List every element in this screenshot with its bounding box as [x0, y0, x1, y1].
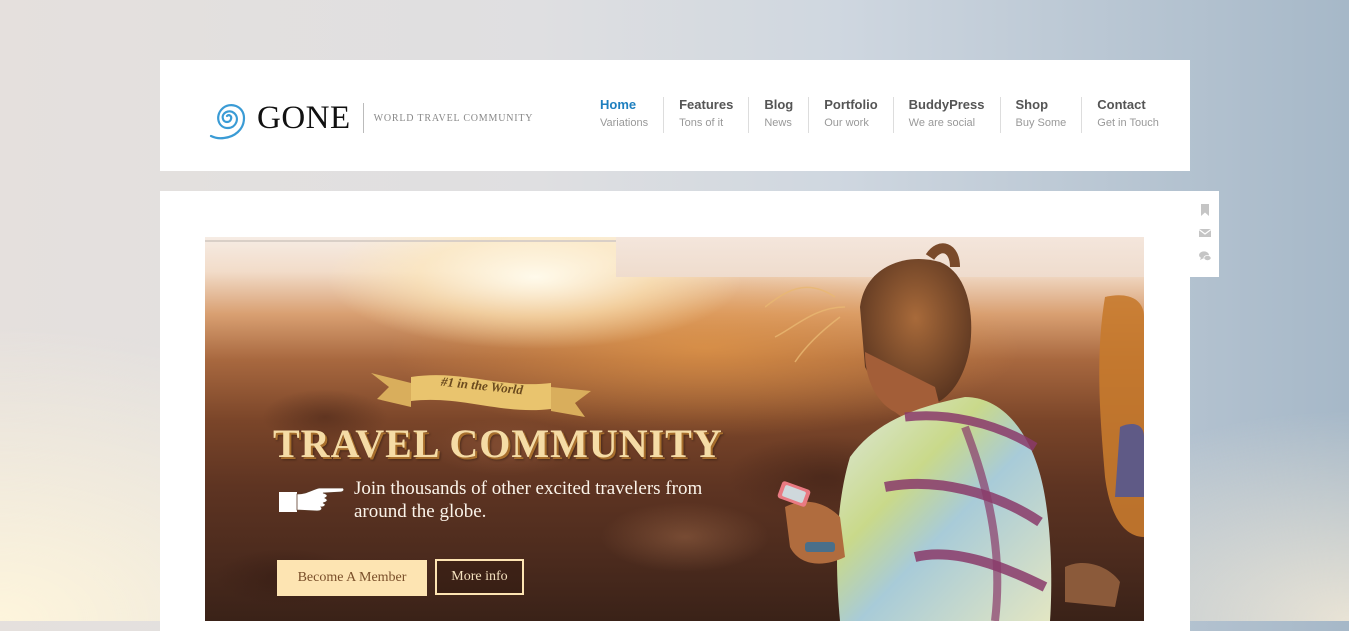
nav-sublabel: Get in Touch [1097, 117, 1159, 129]
nav-item-contact[interactable]: Contact Get in Touch [1081, 97, 1174, 133]
hero-slider: #1 in the World TRAVEL COMMUNITY Join th… [205, 237, 1144, 621]
hero-divider [205, 240, 616, 242]
brand-name: GONE [257, 99, 351, 136]
become-member-button[interactable]: Become A Member [277, 560, 427, 596]
nav-label: Portfolio [824, 97, 878, 112]
comments-icon[interactable] [1198, 249, 1212, 263]
nav-sublabel: Tons of it [679, 117, 724, 129]
nav-label: Shop [1015, 97, 1049, 112]
hero-title: TRAVEL COMMUNITY [273, 421, 723, 466]
side-tools [1190, 191, 1219, 277]
nav-sublabel: Our work [824, 117, 869, 129]
nav-label: Features [679, 97, 734, 112]
pointing-hand-icon [279, 487, 345, 512]
bookmark-icon[interactable] [1198, 203, 1212, 217]
nav-label: Home [600, 97, 637, 112]
nav-item-home[interactable]: Home Variations [585, 97, 663, 133]
hero-photo-traveler [765, 243, 1144, 621]
nav-sublabel: News [764, 117, 792, 129]
nav-sublabel: Variations [600, 117, 649, 129]
nav-label: Contact [1097, 97, 1146, 112]
spiral-icon [209, 104, 246, 140]
nav-item-buddypress[interactable]: BuddyPress We are social [892, 97, 1000, 133]
nav-label: Blog [764, 97, 794, 112]
nav-sublabel: We are social [908, 117, 976, 129]
envelope-icon[interactable] [1198, 226, 1212, 240]
site-header: GONE WORLD TRAVEL COMMUNITY Home Variati… [160, 60, 1190, 171]
nav-label: BuddyPress [908, 97, 985, 112]
site-logo[interactable]: GONE WORLD TRAVEL COMMUNITY [205, 94, 533, 142]
nav-item-blog[interactable]: Blog News [748, 97, 808, 133]
brand-tagline: WORLD TRAVEL COMMUNITY [373, 112, 534, 124]
logo-divider [362, 103, 364, 133]
more-info-button[interactable]: More info [435, 559, 524, 595]
hero-description: Join thousands of other excited traveler… [354, 478, 703, 522]
main-nav: Home Variations Features Tons of it Blog… [585, 97, 1174, 133]
nav-item-features[interactable]: Features Tons of it [663, 97, 748, 133]
nav-sublabel: Buy Some [1015, 117, 1067, 129]
nav-item-shop[interactable]: Shop Buy Some [999, 97, 1082, 133]
nav-item-portfolio[interactable]: Portfolio Our work [808, 97, 892, 133]
